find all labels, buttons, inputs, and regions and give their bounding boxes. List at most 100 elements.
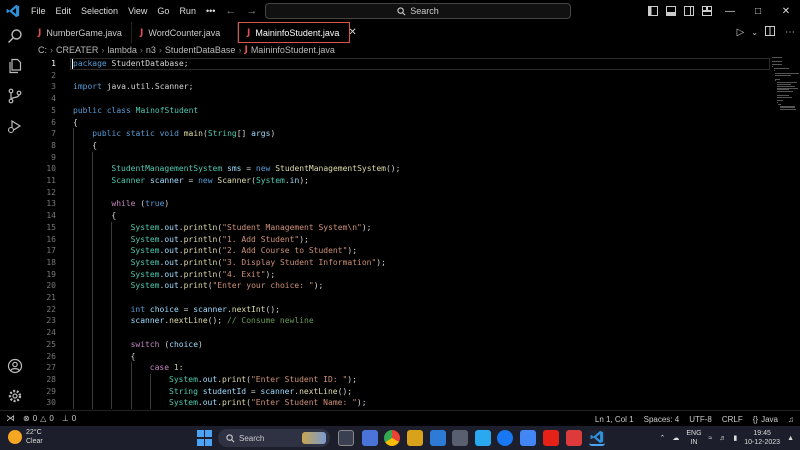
edge-icon[interactable] (475, 430, 491, 446)
code-line[interactable]: 4 (30, 93, 750, 105)
code-line[interactable]: 26 { (30, 350, 750, 363)
remote-indicator-icon[interactable]: ⋊ (6, 413, 15, 424)
mail-icon[interactable] (430, 430, 446, 446)
end-of-line[interactable]: CRLF (722, 415, 743, 424)
ports-indicator[interactable]: ⊥ 0 (62, 414, 76, 423)
breadcrumb-item[interactable]: lambda (107, 45, 137, 55)
more-actions-icon[interactable]: ⋯ (780, 27, 800, 38)
toggle-primary-sidebar-icon[interactable] (645, 0, 661, 22)
toggle-secondary-sidebar-icon[interactable] (681, 0, 697, 22)
code-line[interactable]: 7 public static void main(String[] args) (30, 128, 750, 141)
editor-scrollbar[interactable] (792, 57, 800, 410)
tab-wordcounter[interactable]: J WordCounter.java (132, 22, 238, 43)
code-line[interactable]: 24 (30, 327, 750, 340)
youtube-icon[interactable] (543, 430, 559, 446)
command-center-search[interactable]: Search (265, 3, 571, 19)
chrome-icon[interactable] (384, 430, 400, 446)
source-control-icon[interactable] (5, 86, 25, 106)
vscode-taskbar-icon[interactable] (589, 430, 605, 446)
language-mode[interactable]: {} Java (753, 415, 778, 424)
code-line[interactable]: 27 case 1: (30, 362, 750, 375)
taskbar-search[interactable]: Search (218, 429, 330, 447)
explorer-files-icon[interactable] (5, 56, 25, 76)
breadcrumb-item[interactable]: C: (38, 45, 47, 55)
menu-file[interactable]: File (26, 6, 51, 16)
run-java-icon[interactable]: ▷ (732, 27, 750, 38)
code-line[interactable]: 15 System.out.println("Student Management… (30, 221, 750, 234)
code-line[interactable]: 10 StudentManagementSystem sms = new Stud… (30, 163, 750, 176)
code-line[interactable]: 25 switch (choice) (30, 338, 750, 351)
office-icon[interactable] (566, 430, 582, 446)
breadcrumb-item[interactable]: n3 (146, 45, 156, 55)
facebook-icon[interactable] (497, 430, 513, 446)
file-explorer-icon[interactable] (407, 430, 423, 446)
code-line[interactable]: 12 (30, 186, 750, 199)
customize-layout-icon[interactable] (699, 0, 715, 22)
store-icon[interactable] (452, 430, 468, 446)
manage-gear-icon[interactable] (5, 386, 25, 406)
code-line[interactable]: 13 while (true) (30, 198, 750, 211)
vscode-logo-icon[interactable] (6, 4, 20, 18)
account-icon[interactable] (5, 356, 25, 376)
breadcrumb-item[interactable]: CREATER (56, 45, 98, 55)
code-line[interactable]: 8{ (30, 139, 750, 152)
menu-more[interactable]: ••• (201, 6, 220, 16)
code-line[interactable]: 20 System.out.print("Enter your choice: "… (30, 280, 750, 293)
maximize-icon[interactable]: □ (744, 0, 772, 22)
minimize-icon[interactable]: — (716, 0, 744, 22)
menu-edit[interactable]: Edit (51, 6, 77, 16)
code-line[interactable]: 30 System.out.print("Enter Student Name: … (30, 397, 750, 410)
code-line[interactable]: 2 (30, 70, 750, 82)
indentation[interactable]: Spaces: 4 (644, 415, 680, 424)
code-line[interactable]: 6{ (30, 117, 750, 129)
code-line[interactable]: 22 int choice = scanner.nextInt(); (30, 303, 750, 316)
code-line[interactable]: 1 package StudentDatabase; (30, 58, 770, 70)
widgets-icon[interactable] (362, 430, 378, 446)
code-line[interactable]: 28 System.out.print("Enter Student ID: ")… (30, 373, 750, 386)
code-line[interactable]: 5 public class MainofStudent (30, 105, 750, 117)
toggle-panel-icon[interactable] (663, 0, 679, 22)
code-line[interactable]: 14 { (30, 210, 750, 223)
weather-widget[interactable]: 22°C Clear (8, 428, 43, 446)
code-line[interactable]: 11 Scanner scanner = new Scanner(System.i… (30, 175, 750, 187)
code-line[interactable]: 19 System.out.println("4. Exit"); (30, 268, 750, 281)
notifications-bell-icon[interactable]: ♫ (788, 415, 794, 424)
split-editor-icon[interactable] (760, 26, 780, 39)
menu-go[interactable]: Go (152, 6, 174, 16)
back-arrow-icon[interactable]: ← (220, 5, 241, 17)
cursor-position[interactable]: Ln 1, Col 1 (595, 415, 634, 424)
code-line[interactable]: 17 System.out.println("2. Add Course to S… (30, 245, 750, 258)
search-icon[interactable] (5, 26, 25, 46)
code-line[interactable]: 9 (30, 151, 750, 164)
menu-run[interactable]: Run (174, 6, 201, 16)
tab-numbergame[interactable]: J NumberGame.java (30, 22, 132, 43)
run-dropdown-chevron-icon[interactable]: ⌄ (749, 28, 760, 37)
forward-arrow-icon[interactable]: → (241, 5, 262, 17)
close-window-icon[interactable]: ✕ (772, 0, 800, 22)
code-line[interactable]: 16 System.out.println("1. Add Student"); (30, 233, 750, 246)
wifi-icon[interactable]: ≈ (709, 435, 713, 442)
battery-icon[interactable]: ▮ (733, 434, 737, 442)
encoding[interactable]: UTF-8 (689, 415, 712, 424)
language-indicator[interactable]: ENG IN (686, 429, 701, 447)
windows-start-icon[interactable] (197, 430, 213, 446)
breadcrumb-item[interactable]: StudentDataBase (165, 45, 236, 55)
code-line[interactable]: 3 import java.util.Scanner; (30, 81, 750, 93)
breadcrumb-item[interactable]: MaininfoStudent.java (251, 45, 335, 55)
close-tab-icon[interactable]: ✕ (348, 27, 356, 38)
code-line[interactable]: 23 scanner.nextLine(); // Consume newline (30, 315, 750, 328)
clock[interactable]: 19:45 10-12-2023 (744, 429, 780, 447)
code-line[interactable]: 21 (30, 292, 750, 304)
volume-icon[interactable]: ♬ (719, 435, 726, 442)
notification-center-icon[interactable]: ▲ (787, 435, 794, 442)
menu-selection[interactable]: Selection (76, 6, 123, 16)
code-editor[interactable]: 1 package StudentDatabase; 2 3 import java.u… (30, 57, 800, 410)
code-line[interactable]: 18 System.out.println("3. Display Student… (30, 256, 750, 269)
show-hidden-icons-chevron-icon[interactable]: ⌃ (660, 434, 666, 442)
app-icon[interactable] (520, 430, 536, 446)
cloud-icon[interactable]: ☁ (672, 434, 679, 442)
menu-view[interactable]: View (123, 6, 152, 16)
code-line[interactable]: 29 String studentId = scanner.nextLine(); (30, 385, 750, 398)
problems-indicator[interactable]: ⊗ 0 △ 0 (23, 414, 54, 423)
run-and-debug-icon[interactable] (5, 116, 25, 136)
